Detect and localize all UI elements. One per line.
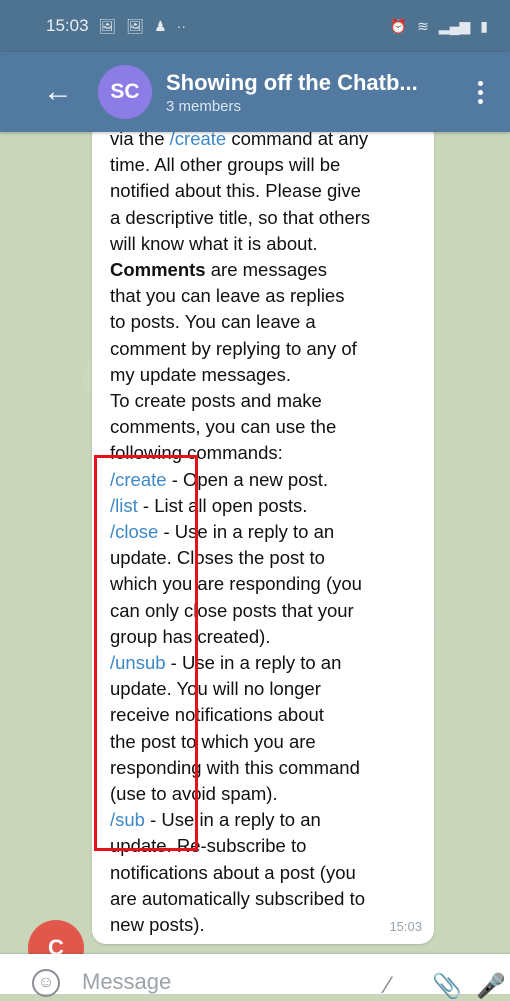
back-arrow-icon[interactable]: ← [36, 70, 80, 114]
message-line: time. All other groups will be [110, 152, 430, 178]
message-text-segment: a descriptive title, so that others [110, 206, 371, 228]
command-link[interactable]: /create [170, 132, 227, 149]
message-line: will know what it is about. [110, 231, 430, 257]
message-text-segment: my update messages. [110, 363, 291, 385]
message-text-segment: to posts. You can leave a [110, 311, 316, 333]
message-text-segment: will know what it is about. [110, 232, 318, 254]
message-text-segment: notifications about a post (you [110, 861, 356, 883]
message-text-segment: are automatically subscribed to [110, 887, 366, 909]
group-avatar[interactable]: SC [98, 65, 152, 119]
wifi-icon: ≋ [417, 17, 429, 34]
message-text-segment: To create posts and make [110, 390, 322, 412]
chat-title: Showing off the Chatb... [166, 69, 418, 95]
status-time: 15:03 [46, 16, 89, 35]
message-text-segment: that you can leave as replies [110, 285, 345, 307]
message-text-segment: via the [110, 132, 170, 149]
gallery-icon: 🖼 [98, 17, 117, 34]
status-bar-right: ⏰ ≋ ▂▄▆ ▮ [390, 18, 488, 35]
message-text-segment: are messages [205, 259, 327, 281]
member-count: 3 members [166, 97, 242, 115]
group-avatar-initials: SC [110, 80, 140, 103]
message-time: 15:03 [389, 919, 422, 934]
message-text-segment: comment by replying to any of [110, 337, 357, 359]
message-line: comment by replying to any of [110, 336, 430, 362]
attach-icon[interactable]: 📎 [432, 972, 462, 1001]
chat-header: ← SC Showing off the Chatb... 3 members [0, 52, 510, 132]
commands-icon[interactable]: ∕ [386, 972, 390, 1000]
status-bar: 15:03 🖼 🖼 ♟ ·· ⏰ ≋ ▂▄▆ ▮ [0, 0, 510, 52]
signal-icon: ▂▄▆ [438, 17, 471, 34]
microphone-icon[interactable]: 🎤 [476, 972, 506, 1001]
message-text-segment: time. All other groups will be [110, 154, 341, 176]
message-line: comments, you can use the [110, 414, 430, 440]
message-text-segment: notified about this. Please give [110, 180, 361, 202]
bold-text: Comments [110, 259, 206, 281]
message-line: a descriptive title, so that others [110, 205, 430, 231]
message-line: are automatically subscribed to [110, 886, 430, 912]
message-text-segment: command at any [226, 132, 369, 149]
message-line: Comments are messages [110, 257, 430, 283]
alarm-icon: ⏰ [389, 17, 408, 34]
message-line: To create posts and make [110, 388, 430, 414]
dots-icon: ·· [176, 18, 186, 34]
android-icon: ♟ [154, 17, 167, 34]
more-options-icon[interactable] [468, 72, 492, 112]
message-text-segment: comments, you can use the [110, 416, 337, 438]
message-line: notified about this. Please give [110, 178, 430, 204]
emoji-icon[interactable]: ☺ [32, 969, 60, 997]
message-line: my update messages. [110, 362, 430, 388]
gallery-icon: 🖼 [126, 17, 145, 34]
chat-title-block[interactable]: Showing off the Chatb... 3 members [166, 70, 426, 115]
message-line: new posts). [110, 912, 430, 938]
status-bar-left: 15:03 🖼 🖼 ♟ ·· [46, 16, 186, 36]
message-input-bar: ☺ ∕ 📎 🎤 [0, 954, 510, 1000]
message-line: to posts. You can leave a [110, 309, 430, 335]
message-line: via the /create command at any [110, 132, 430, 152]
message-text-segment: new posts). [110, 914, 205, 936]
battery-icon: ▮ [480, 17, 488, 34]
message-input[interactable] [80, 968, 334, 996]
highlight-box [94, 455, 198, 851]
message-line: that you can leave as replies [110, 283, 430, 309]
message-line: notifications about a post (you [110, 860, 430, 886]
chat-area[interactable]: via the /create command at any time. All … [0, 132, 510, 954]
